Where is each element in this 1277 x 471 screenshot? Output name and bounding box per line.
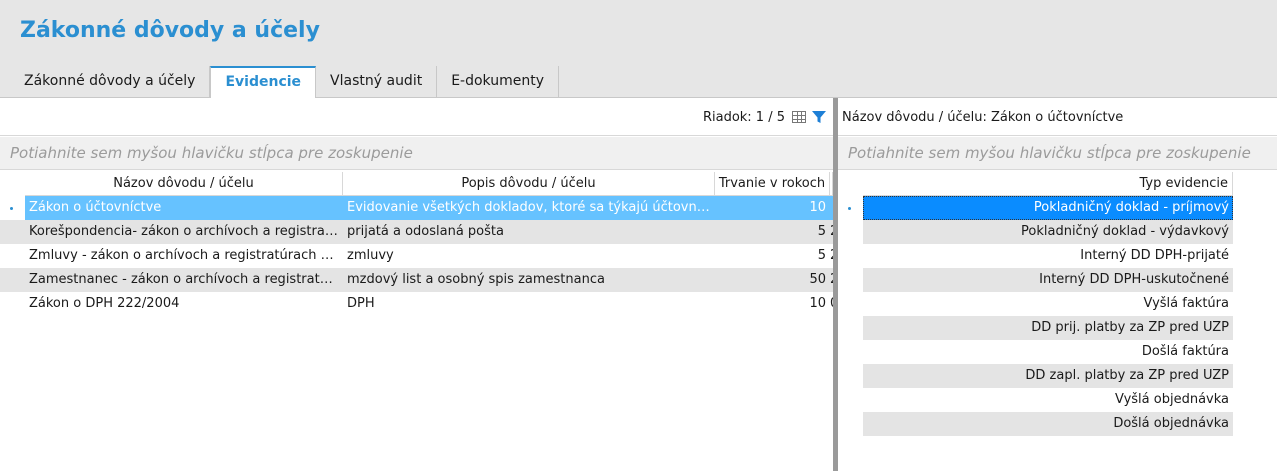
cell-evidence-type[interactable]: Pokladničný doklad - príjmový bbox=[863, 196, 1233, 220]
row-indicator-header bbox=[0, 172, 25, 196]
current-row-dot bbox=[848, 207, 851, 210]
row-indicator-header bbox=[838, 172, 863, 196]
list-item[interactable]: Interný DD DPH-prijaté bbox=[838, 244, 1233, 268]
list-item[interactable]: Vyšlá faktúra bbox=[838, 292, 1233, 316]
list-item[interactable]: Došlá faktúra bbox=[838, 340, 1233, 364]
cell-evidence-type[interactable]: DD prij. platby za ZP pred UZP bbox=[863, 316, 1233, 340]
table-row[interactable]: Zákon o účtovníctve Evidovanie všetkých … bbox=[0, 196, 833, 220]
list-item[interactable]: Vyšlá objednávka bbox=[838, 388, 1233, 412]
row-indicator bbox=[838, 412, 863, 436]
detail-header-text: Názov dôvodu / účelu: Zákon o účtovníctv… bbox=[842, 110, 1124, 125]
grid-header-row: Názov dôvodu / účelu Popis dôvodu / účel… bbox=[0, 172, 833, 196]
list-item[interactable]: DD zapl. platby za ZP pred UZP bbox=[838, 364, 1233, 388]
cell-name[interactable]: Korešpondencia- zákon o archívoch a regi… bbox=[25, 220, 343, 244]
cell-name[interactable]: Zákon o účtovníctve bbox=[25, 196, 343, 220]
reasons-grid: Názov dôvodu / účelu Popis dôvodu / účel… bbox=[0, 172, 833, 316]
cell-name[interactable]: Zákon o DPH 222/2004 bbox=[25, 292, 343, 316]
column-header-label: Typ evidencie bbox=[1139, 176, 1228, 191]
table-row[interactable]: Korešpondencia- zákon o archívoch a regi… bbox=[0, 220, 833, 244]
evidence-types-grid: Typ evidencie Pokladničný doklad - príjm… bbox=[838, 172, 1233, 436]
cell-duration[interactable]: 50 bbox=[715, 268, 830, 292]
cell-evidence-type[interactable]: DD zapl. platby za ZP pred UZP bbox=[863, 364, 1233, 388]
cell-name[interactable]: Zamestnanec - zákon o archívoch a regist… bbox=[25, 268, 343, 292]
cell-evidence-type[interactable]: Interný DD DPH-uskutočnené bbox=[863, 268, 1233, 292]
cell-evidence-type[interactable]: Vyšlá faktúra bbox=[863, 292, 1233, 316]
list-item[interactable]: DD prij. platby za ZP pred UZP bbox=[838, 316, 1233, 340]
row-indicator bbox=[838, 364, 863, 388]
row-indicator bbox=[0, 268, 25, 292]
row-indicator bbox=[838, 388, 863, 412]
cell-description[interactable]: DPH bbox=[343, 292, 715, 316]
row-counter: Riadok: 1 / 5 bbox=[702, 110, 785, 125]
cell-evidence-type[interactable]: Interný DD DPH-prijaté bbox=[863, 244, 1233, 268]
row-indicator bbox=[0, 292, 25, 316]
tab-vlastny-audit[interactable]: Vlastný audit bbox=[316, 66, 438, 98]
cell-evidence-type[interactable]: Vyšlá objednávka bbox=[863, 388, 1233, 412]
column-header-duration[interactable]: Trvanie v rokoch bbox=[715, 172, 830, 196]
tab-bar: Zákonné dôvody a účely Evidencie Vlastný… bbox=[10, 66, 560, 99]
cell-name[interactable]: Zmluvy - zákon o archívoch a registratúr… bbox=[25, 244, 343, 268]
app-header: Zákonné dôvody a účely Zákonné dôvody a … bbox=[0, 0, 1277, 99]
table-grid-icon[interactable] bbox=[792, 111, 806, 123]
row-indicator bbox=[838, 292, 863, 316]
cell-evidence-type[interactable]: Pokladničný doklad - výdavkový bbox=[863, 220, 1233, 244]
tab-evidencie[interactable]: Evidencie bbox=[210, 66, 317, 99]
row-indicator bbox=[838, 220, 863, 244]
list-item[interactable]: Pokladničný doklad - príjmový bbox=[838, 196, 1233, 220]
column-header-evidence-type[interactable]: Typ evidencie bbox=[863, 172, 1233, 196]
tab-zakonne-dovody[interactable]: Zákonné dôvody a účely bbox=[10, 66, 211, 98]
row-indicator bbox=[0, 220, 25, 244]
cell-duration[interactable]: 10 bbox=[715, 292, 830, 316]
grid-header-row: Typ evidencie bbox=[838, 172, 1233, 196]
group-by-panel[interactable]: Potiahnite sem myšou hlavičku stĺpca pre… bbox=[838, 137, 1277, 170]
cell-description[interactable]: mzdový list a osobný spis zamestnanca bbox=[343, 268, 715, 292]
cell-duration[interactable]: 10 bbox=[715, 196, 830, 220]
page-title: Zákonné dôvody a účely bbox=[20, 18, 320, 43]
row-indicator bbox=[838, 196, 863, 220]
table-row[interactable]: Zákon o DPH 222/2004 DPH 10 0 bbox=[0, 292, 833, 316]
cell-evidence-type[interactable]: Došlá objednávka bbox=[863, 412, 1233, 436]
filter-icon[interactable] bbox=[811, 109, 827, 125]
row-indicator bbox=[0, 196, 25, 220]
detail-header: Názov dôvodu / účelu: Zákon o účtovníctv… bbox=[838, 98, 1277, 136]
list-item[interactable]: Došlá objednávka bbox=[838, 412, 1233, 436]
cell-evidence-type[interactable]: Došlá faktúra bbox=[863, 340, 1233, 364]
row-indicator bbox=[838, 244, 863, 268]
reasons-toolbar: Riadok: 1 / 5 bbox=[0, 98, 833, 136]
row-indicator bbox=[838, 316, 863, 340]
column-header-name[interactable]: Názov dôvodu / účelu bbox=[25, 172, 343, 196]
cell-description[interactable]: prijatá a odoslaná pošta bbox=[343, 220, 715, 244]
list-item[interactable]: Pokladničný doklad - výdavkový bbox=[838, 220, 1233, 244]
table-row[interactable]: Zmluvy - zákon o archívoch a registratúr… bbox=[0, 244, 833, 268]
column-header-description[interactable]: Popis dôvodu / účelu bbox=[343, 172, 715, 196]
list-item[interactable]: Interný DD DPH-uskutočnené bbox=[838, 268, 1233, 292]
evidence-types-pane: Názov dôvodu / účelu: Zákon o účtovníctv… bbox=[838, 98, 1277, 471]
reasons-pane: Riadok: 1 / 5 Potiahnite sem myšou hlavi… bbox=[0, 98, 833, 471]
current-row-dot bbox=[10, 207, 13, 210]
table-row[interactable]: Zamestnanec - zákon o archívoch a regist… bbox=[0, 268, 833, 292]
row-indicator bbox=[0, 244, 25, 268]
cell-description[interactable]: zmluvy bbox=[343, 244, 715, 268]
cell-description[interactable]: Evidovanie všetkých dokladov, ktoré sa t… bbox=[343, 196, 715, 220]
tab-e-dokumenty[interactable]: E-dokumenty bbox=[437, 66, 560, 98]
cell-duration[interactable]: 5 bbox=[715, 220, 830, 244]
group-by-panel[interactable]: Potiahnite sem myšou hlavičku stĺpca pre… bbox=[0, 137, 833, 170]
cell-duration[interactable]: 5 bbox=[715, 244, 830, 268]
row-indicator bbox=[838, 268, 863, 292]
row-indicator bbox=[838, 340, 863, 364]
